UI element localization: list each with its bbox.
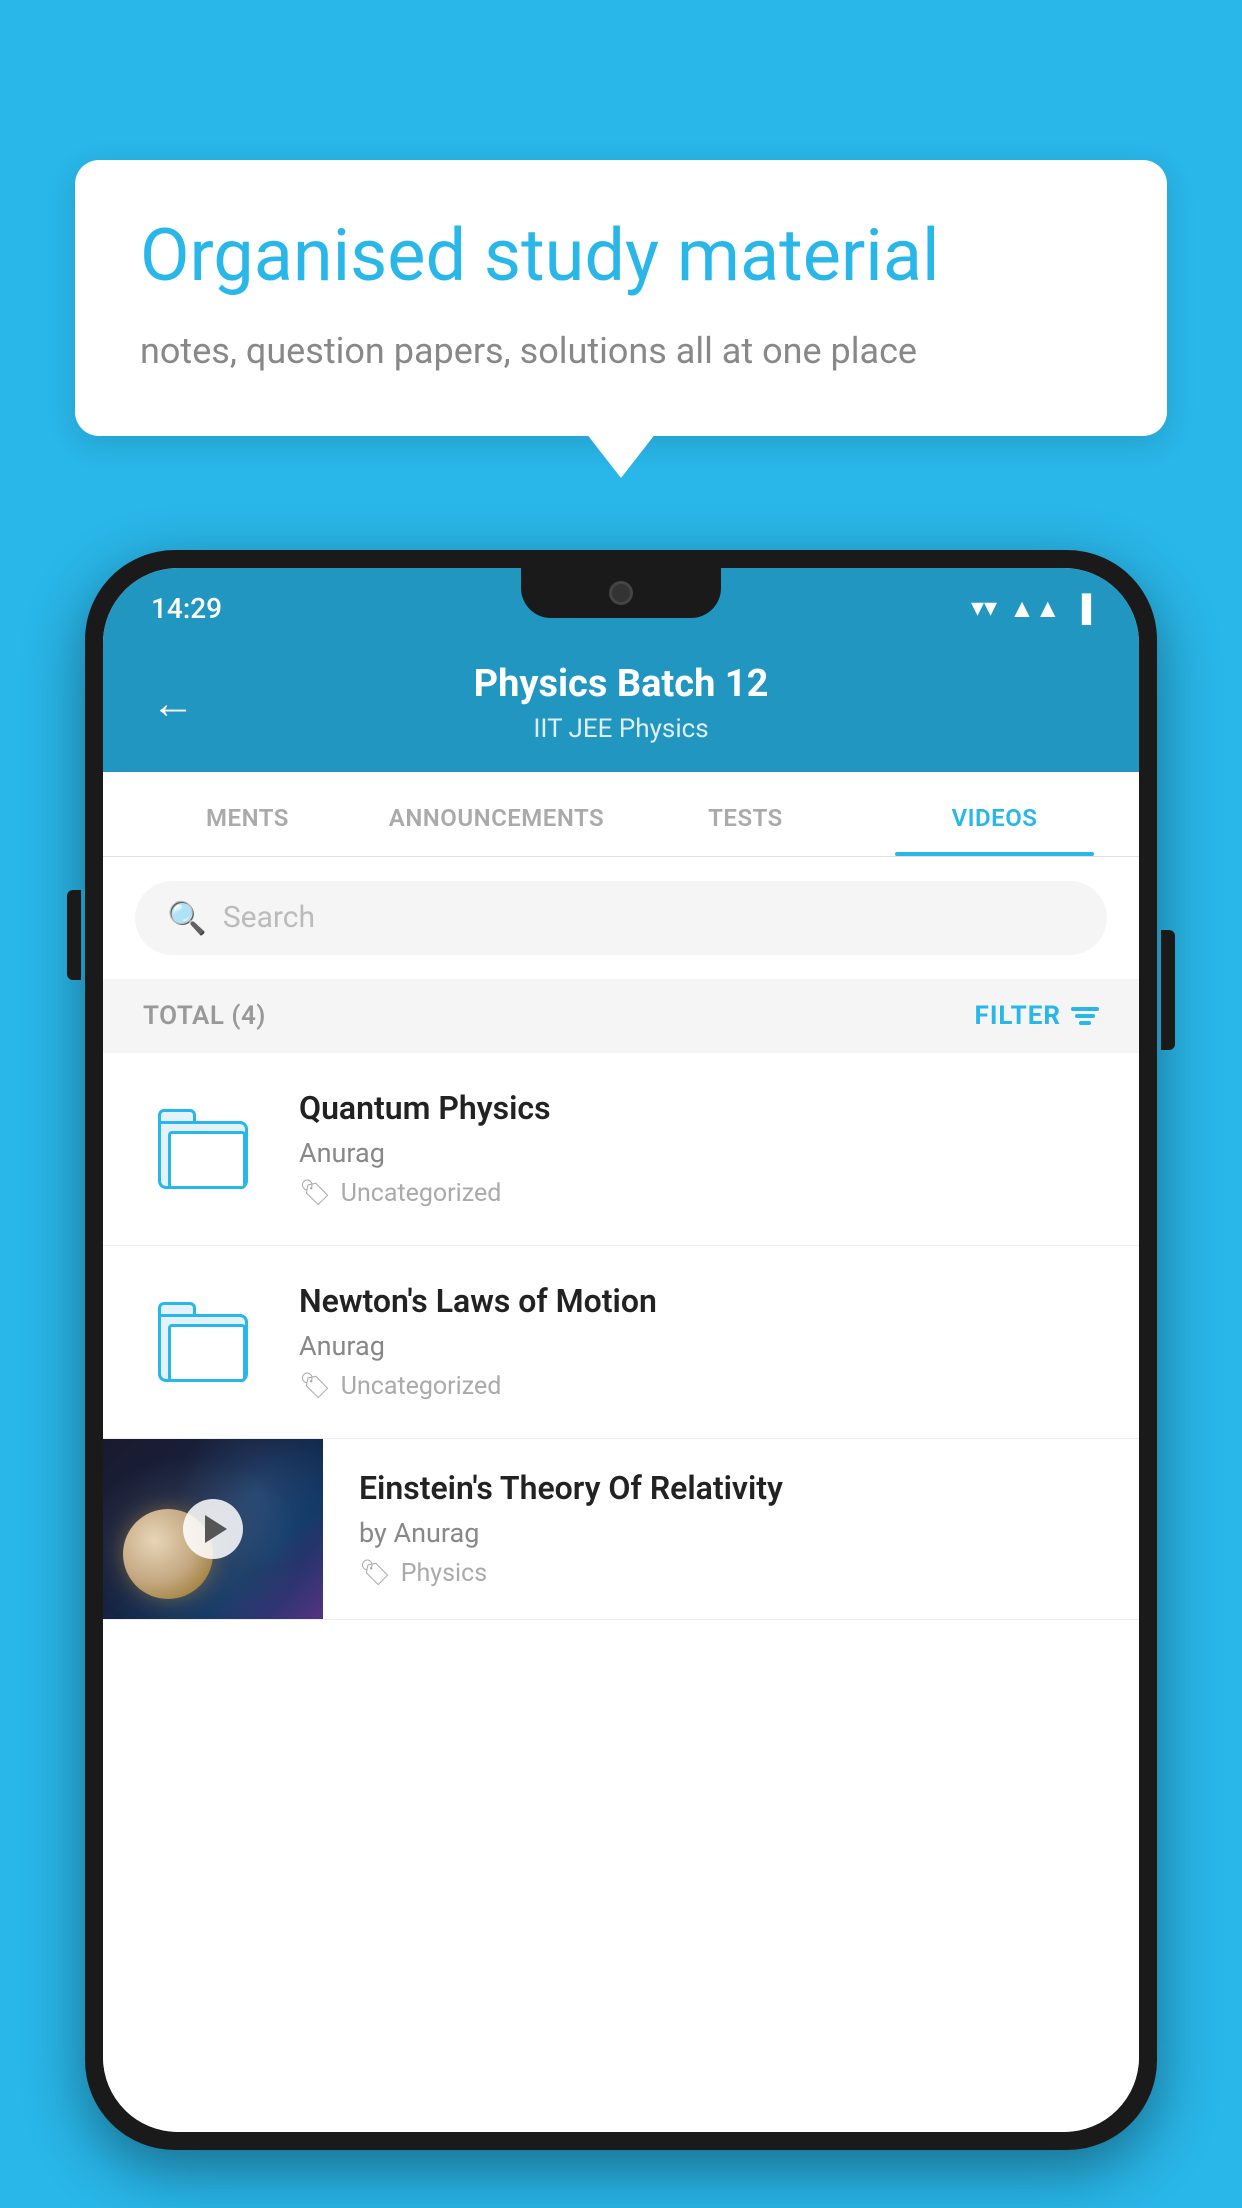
phone-outer: 14:29 ▾▾ ▲▲ ▐ ← Physics Batch 12 IIT JEE… — [85, 550, 1157, 2150]
folder-icon — [158, 1302, 248, 1382]
header-title-block: Physics Batch 12 IIT JEE Physics — [225, 662, 1017, 744]
signal-icon: ▲▲ — [1009, 593, 1060, 624]
video-title: Quantum Physics — [299, 1089, 1099, 1127]
video-title: Einstein's Theory Of Relativity — [359, 1469, 1099, 1507]
video-author: Anurag — [299, 1330, 1099, 1362]
tag-label: Uncategorized — [341, 1372, 502, 1401]
filter-funnel-icon — [1071, 1007, 1099, 1025]
list-item[interactable]: Einstein's Theory Of Relativity by Anura… — [103, 1439, 1139, 1620]
total-label: TOTAL (4) — [143, 1001, 266, 1031]
header-title: Physics Batch 12 — [225, 662, 1017, 708]
phone-wrapper: 14:29 ▾▾ ▲▲ ▐ ← Physics Batch 12 IIT JEE… — [85, 550, 1157, 2150]
video-info: Newton's Laws of Motion Anurag 🏷 Uncateg… — [299, 1282, 1099, 1401]
tag-icon: 🏷 — [299, 1179, 331, 1208]
video-tag: 🏷 Uncategorized — [299, 1372, 1099, 1401]
video-info: Einstein's Theory Of Relativity by Anura… — [323, 1439, 1099, 1618]
video-thumbnail — [103, 1439, 323, 1619]
list-item[interactable]: Newton's Laws of Motion Anurag 🏷 Uncateg… — [103, 1246, 1139, 1439]
video-title: Newton's Laws of Motion — [299, 1282, 1099, 1320]
tab-tests[interactable]: TESTS — [621, 772, 870, 856]
tag-icon: 🏷 — [359, 1559, 391, 1588]
status-time: 14:29 — [151, 592, 222, 625]
play-triangle — [205, 1515, 227, 1543]
tag-icon: 🏷 — [299, 1372, 331, 1401]
tab-ments[interactable]: MENTS — [123, 772, 372, 856]
search-bar[interactable]: 🔍 Search — [135, 881, 1107, 955]
video-author: Anurag — [299, 1137, 1099, 1169]
wifi-icon: ▾▾ — [971, 593, 997, 623]
video-tag: 🏷 Uncategorized — [299, 1179, 1099, 1208]
status-icons: ▾▾ ▲▲ ▐ — [971, 593, 1091, 624]
folder-icon — [158, 1109, 248, 1189]
folder-icon-wrap — [143, 1282, 263, 1402]
back-button[interactable]: ← — [151, 681, 195, 725]
speech-bubble: Organised study material notes, question… — [75, 160, 1167, 436]
video-list: Quantum Physics Anurag 🏷 Uncategorized — [103, 1053, 1139, 2132]
filter-row: TOTAL (4) FILTER — [103, 979, 1139, 1053]
video-info: Quantum Physics Anurag 🏷 Uncategorized — [299, 1089, 1099, 1208]
video-tag: 🏷 Physics — [359, 1559, 1099, 1588]
notch — [521, 568, 721, 618]
folder-icon-wrap — [143, 1089, 263, 1209]
app-header: ← Physics Batch 12 IIT JEE Physics — [103, 638, 1139, 772]
filter-button[interactable]: FILTER — [975, 1001, 1099, 1031]
search-icon: 🔍 — [167, 899, 207, 937]
bubble-heading: Organised study material — [140, 215, 1102, 298]
search-placeholder[interactable]: Search — [223, 900, 315, 935]
tag-label: Physics — [401, 1559, 487, 1588]
play-button-icon — [183, 1499, 243, 1559]
filter-label: FILTER — [975, 1001, 1061, 1031]
list-item[interactable]: Quantum Physics Anurag 🏷 Uncategorized — [103, 1053, 1139, 1246]
camera — [609, 581, 633, 605]
bubble-subtext: notes, question papers, solutions all at… — [140, 326, 1102, 376]
tab-videos[interactable]: VIDEOS — [870, 772, 1119, 856]
phone-screen: 14:29 ▾▾ ▲▲ ▐ ← Physics Batch 12 IIT JEE… — [103, 568, 1139, 2132]
tabs-bar: MENTS ANNOUNCEMENTS TESTS VIDEOS — [103, 772, 1139, 857]
video-author: by Anurag — [359, 1517, 1099, 1549]
search-bar-wrap: 🔍 Search — [103, 857, 1139, 979]
battery-icon: ▐ — [1073, 593, 1091, 624]
tag-label: Uncategorized — [341, 1179, 502, 1208]
header-subtitle: IIT JEE Physics — [225, 714, 1017, 744]
tab-announcements[interactable]: ANNOUNCEMENTS — [372, 772, 621, 856]
